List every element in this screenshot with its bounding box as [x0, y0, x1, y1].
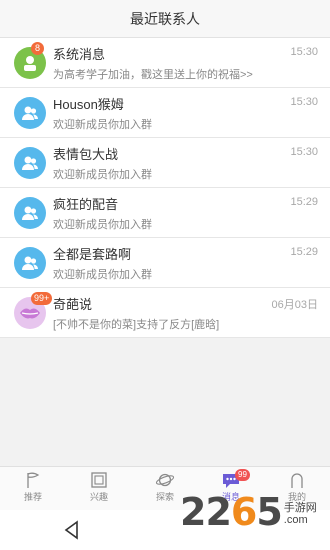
contact-name: Houson猴姆	[53, 97, 124, 112]
contact-preview: [不帅不是你的菜]支持了反方[鹿晗]	[53, 319, 220, 331]
contact-time: 15:30	[290, 46, 318, 58]
contact-list: 8 系统消息 为高考学子加油，戳这里送上你的祝福>> 15:30 Houson猴…	[0, 38, 330, 338]
square-icon	[91, 472, 107, 488]
contact-time: 15:29	[290, 196, 318, 208]
tab-label: 推荐	[23, 492, 42, 502]
group-icon	[14, 147, 46, 179]
contact-time: 15:30	[290, 146, 318, 158]
contact-preview: 为高考学子加油，戳这里送上你的祝福>>	[53, 69, 253, 81]
contact-row[interactable]: Houson猴姆 欢迎新成员你加入群 15:30	[0, 88, 330, 138]
watermark-number: 5	[256, 490, 282, 534]
contact-row[interactable]: 疯狂的配音 欢迎新成员你加入群 15:29	[0, 188, 330, 238]
contact-name: 奇葩说	[53, 297, 93, 312]
planet-icon	[155, 473, 175, 487]
contact-preview: 欢迎新成员你加入群	[53, 169, 152, 181]
contact-row[interactable]: 表情包大战 欢迎新成员你加入群 15:30	[0, 138, 330, 188]
group-icon	[14, 247, 46, 279]
contact-row[interactable]: 全都是套路啊 欢迎新成员你加入群 15:29	[0, 238, 330, 288]
contact-preview: 欢迎新成员你加入群	[53, 119, 152, 131]
contact-row-system[interactable]: 8 系统消息 为高考学子加油，戳这里送上你的祝福>> 15:30	[0, 38, 330, 88]
contact-preview: 欢迎新成员你加入群	[53, 219, 152, 231]
tab-interest[interactable]: 兴趣	[66, 467, 132, 510]
tab-recommend[interactable]: 推荐	[0, 467, 66, 510]
back-icon[interactable]	[60, 518, 84, 542]
person-icon	[291, 473, 303, 488]
contact-name: 系统消息	[53, 47, 106, 62]
contact-time: 06月03日	[271, 299, 318, 311]
contact-name: 表情包大战	[53, 147, 119, 162]
contact-row-qipashuo[interactable]: 99+ 奇葩说 [不帅不是你的菜]支持了反方[鹿晗] 06月03日	[0, 288, 330, 338]
group-icon	[14, 97, 46, 129]
contact-time: 15:30	[290, 96, 318, 108]
contact-preview: 欢迎新成员你加入群	[53, 269, 152, 281]
watermark-logo: 2265 手游网 .com	[180, 492, 317, 532]
page-title: 最近联系人	[0, 0, 330, 38]
contact-time: 15:29	[290, 246, 318, 258]
watermark-text: .com	[283, 514, 308, 526]
flag-icon	[27, 472, 40, 488]
unread-badge: 8	[31, 42, 44, 55]
tab-badge: 99	[235, 469, 250, 481]
watermark-number: 22	[180, 490, 232, 534]
tab-label: 兴趣	[89, 492, 108, 502]
contact-name: 疯狂的配音	[53, 197, 119, 212]
unread-badge: 99+	[31, 292, 53, 305]
group-icon	[14, 197, 46, 229]
contact-name: 全都是套路啊	[53, 247, 132, 262]
watermark-text: 手游网	[283, 502, 317, 514]
watermark-number: 6	[230, 490, 257, 534]
